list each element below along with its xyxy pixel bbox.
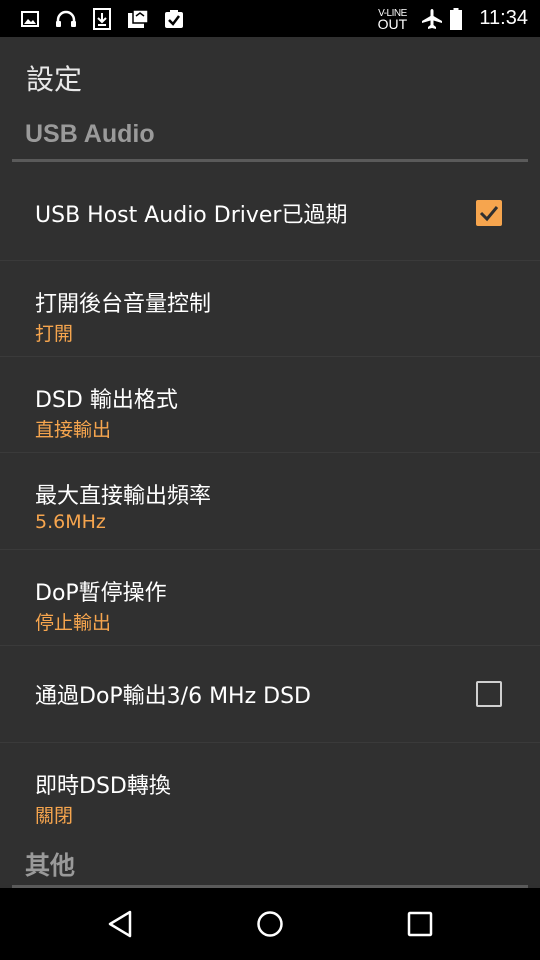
airplane-icon	[419, 0, 445, 37]
recents-icon	[407, 911, 433, 937]
pref-title: 即時DSD轉換	[35, 774, 171, 799]
pref-summary: 停止輸出	[35, 612, 112, 634]
home-icon	[257, 911, 283, 937]
clock: 11:34	[479, 7, 528, 29]
battery-icon	[445, 0, 467, 37]
pref-summary: 打開	[35, 323, 74, 345]
pref-dop-output-3-6-mhz-dsd[interactable]: 通過DoP輸出3/6 MHz DSD	[0, 646, 540, 743]
pref-title: 通過DoP輸出3/6 MHz DSD	[35, 684, 311, 709]
pref-summary: 直接輸出	[35, 419, 112, 441]
image-icon	[12, 0, 48, 37]
driver-expired-checkbox[interactable]	[476, 199, 502, 226]
check-icon	[479, 205, 499, 221]
pref-usb-host-driver-expired[interactable]: USB Host Audio Driver已過期	[0, 165, 540, 261]
clipboard-icon	[120, 0, 156, 37]
navigation-bar	[0, 888, 540, 960]
pref-title: DoP暫停操作	[35, 581, 167, 606]
status-bar: V-LINE OUT 11:34	[0, 0, 540, 37]
pref-max-direct-output-rate[interactable]: 最大直接輸出頻率 5.6MHz	[0, 453, 540, 550]
section-header-usb-audio: USB Audio	[12, 120, 528, 162]
back-button[interactable]	[70, 888, 170, 960]
pref-dop-pause-operation[interactable]: DoP暫停操作 停止輸出	[0, 550, 540, 646]
pref-title: 打開後台音量控制	[35, 292, 212, 317]
pref-title: DSD 輸出格式	[35, 388, 178, 413]
download-icon	[84, 0, 120, 37]
section-header-other: 其他	[12, 846, 528, 888]
pref-summary: 5.6MHz	[35, 511, 106, 533]
home-button[interactable]	[220, 888, 320, 960]
page-title: 設定	[26, 63, 83, 96]
pref-title: USB Host Audio Driver已過期	[35, 202, 348, 228]
pref-title: 最大直接輸出頻率	[35, 484, 212, 509]
pref-realtime-dsd-conversion[interactable]: 即時DSD轉換 關閉	[0, 743, 540, 843]
pref-dsd-output-format[interactable]: DSD 輸出格式 直接輸出	[0, 357, 540, 453]
section-header-label: USB Audio	[25, 120, 155, 148]
recents-button[interactable]	[370, 888, 470, 960]
pref-background-volume-control[interactable]: 打開後台音量控制 打開	[0, 261, 540, 357]
section-header-label: 其他	[25, 852, 76, 880]
pref-summary: 關閉	[35, 805, 74, 827]
task-check-icon	[156, 0, 192, 37]
dop-3-6-checkbox[interactable]	[476, 681, 502, 707]
back-icon	[108, 910, 132, 938]
vline-out-indicator: V-LINE OUT	[377, 7, 408, 32]
headphones-icon	[48, 0, 84, 37]
